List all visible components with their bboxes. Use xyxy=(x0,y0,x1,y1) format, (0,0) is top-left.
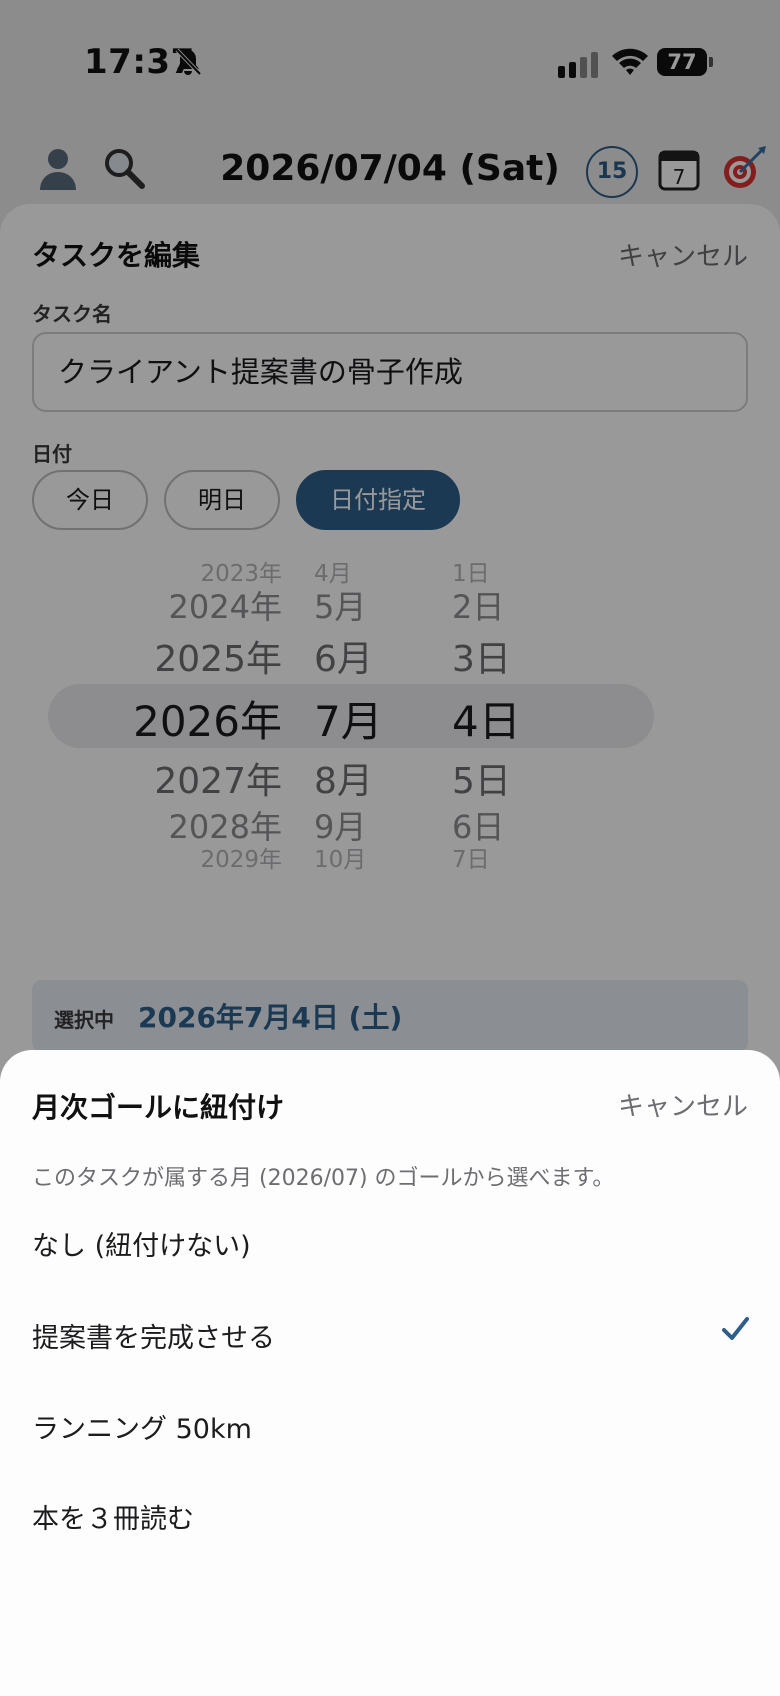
goal-option-label: 本を３冊読む xyxy=(32,1504,194,1535)
goal-option-books[interactable]: 本を３冊読む xyxy=(0,1473,780,1555)
checkmark-icon xyxy=(722,1317,749,1340)
goal-option-proposal[interactable]: 提案書を完成させる xyxy=(0,1292,780,1374)
goal-sheet-description: このタスクが属する月 (2026/07) のゴールから選べます。 xyxy=(32,1166,615,1191)
goal-option-label: 提案書を完成させる xyxy=(32,1323,275,1354)
goal-cancel-button[interactable]: キャンセル xyxy=(618,1086,748,1123)
goal-sheet-title: 月次ゴールに紐付け xyxy=(32,1091,285,1124)
goal-link-sheet: 月次ゴールに紐付け キャンセル このタスクが属する月 (2026/07) のゴー… xyxy=(0,1050,780,1696)
goal-option-label: ランニング 50km xyxy=(32,1414,252,1445)
goal-option-running[interactable]: ランニング 50km xyxy=(0,1383,780,1465)
goal-option-label: なし (紐付けない) xyxy=(32,1231,251,1262)
goal-option-none[interactable]: なし (紐付けない) xyxy=(0,1200,780,1282)
